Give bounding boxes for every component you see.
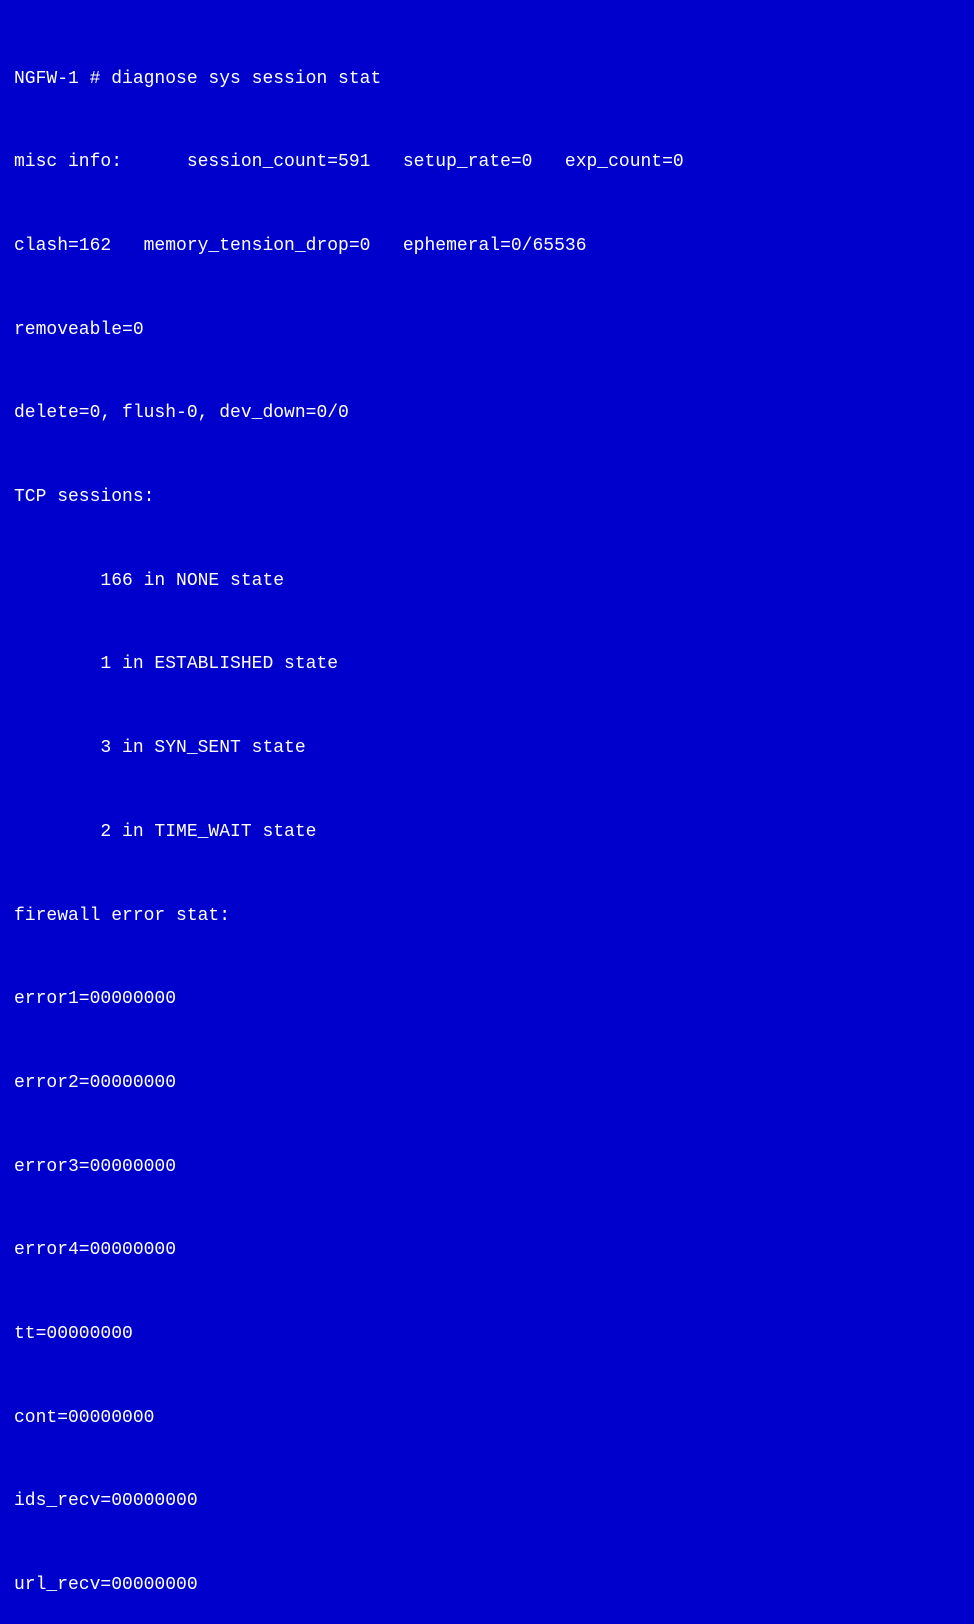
line-6: TCP sessions: bbox=[14, 484, 960, 512]
line-9: 3 in SYN_SENT state bbox=[14, 735, 960, 763]
line-7: 166 in NONE state bbox=[14, 568, 960, 596]
line-15: error4=00000000 bbox=[14, 1237, 960, 1265]
line-14: error3=00000000 bbox=[14, 1154, 960, 1182]
line-8: 1 in ESTABLISHED state bbox=[14, 651, 960, 679]
line-11: firewall error stat: bbox=[14, 903, 960, 931]
line-10: 2 in TIME_WAIT state bbox=[14, 819, 960, 847]
line-17: cont=00000000 bbox=[14, 1405, 960, 1433]
line-4: removeable=0 bbox=[14, 317, 960, 345]
line-5: delete=0, flush-0, dev_down=0/0 bbox=[14, 400, 960, 428]
terminal-output: NGFW-1 # diagnose sys session stat misc … bbox=[0, 0, 974, 812]
line-1: NGFW-1 # diagnose sys session stat bbox=[14, 66, 960, 94]
line-12: error1=00000000 bbox=[14, 986, 960, 1014]
line-2: misc info: session_count=591 setup_rate=… bbox=[14, 149, 960, 177]
line-18: ids_recv=00000000 bbox=[14, 1488, 960, 1516]
line-16: tt=00000000 bbox=[14, 1321, 960, 1349]
line-19: url_recv=00000000 bbox=[14, 1572, 960, 1600]
line-13: error2=00000000 bbox=[14, 1070, 960, 1098]
line-3: clash=162 memory_tension_drop=0 ephemera… bbox=[14, 233, 960, 261]
